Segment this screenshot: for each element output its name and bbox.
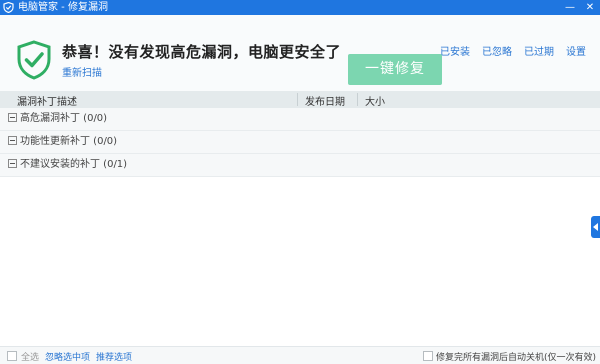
status-header: 恭喜！没有发现高危漏洞，电脑更安全了 重新扫描 一键修复 已安装 已忽略 已过期…: [0, 15, 600, 91]
safe-shield-icon: [16, 40, 52, 80]
column-header: 漏洞补丁描述 发布日期 大小: [0, 91, 600, 109]
footer-bar: 全选 忽略选中项 推荐选项 修复完所有漏洞后自动关机(仅一次有效): [0, 346, 600, 364]
column-release-date[interactable]: 发布日期: [305, 93, 345, 108]
one-click-fix-button[interactable]: 一键修复: [348, 54, 442, 85]
close-button[interactable]: ✕: [580, 0, 600, 15]
ignore-selected-link[interactable]: 忽略选中项: [45, 350, 90, 363]
group-high-risk[interactable]: 高危漏洞补丁 (0/0): [0, 108, 600, 131]
group-label: 高危漏洞补丁 (0/0): [20, 113, 108, 124]
expired-link[interactable]: 已过期: [524, 43, 554, 58]
group-functional-updates[interactable]: 功能性更新补丁 (0/0): [0, 131, 600, 154]
select-all-checkbox[interactable]: [7, 351, 17, 361]
ignored-link[interactable]: 已忽略: [482, 43, 512, 58]
auto-shutdown-label: 修复完所有漏洞后自动关机(仅一次有效): [436, 353, 597, 363]
minimize-button[interactable]: —: [560, 0, 580, 15]
status-headline: 恭喜！没有发现高危漏洞，电脑更安全了: [62, 43, 342, 61]
select-all-label: 全选: [21, 353, 40, 363]
column-size[interactable]: 大小: [365, 93, 385, 108]
column-separator: [357, 93, 358, 106]
side-expand-tab[interactable]: [591, 216, 600, 238]
recommended-options-link[interactable]: 推荐选项: [96, 350, 132, 363]
group-label: 功能性更新补丁 (0/0): [20, 136, 118, 147]
group-label: 不建议安装的补丁 (0/1): [20, 159, 128, 170]
app-shield-icon: [3, 2, 14, 13]
collapse-icon[interactable]: [8, 113, 17, 122]
collapse-icon[interactable]: [8, 159, 17, 168]
installed-link[interactable]: 已安装: [440, 43, 470, 58]
group-not-recommended[interactable]: 不建议安装的补丁 (0/1): [0, 154, 600, 177]
title-bar: 电脑管家 - 修复漏洞 — ✕: [0, 0, 600, 15]
chevron-left-icon: [592, 223, 598, 231]
settings-link[interactable]: 设置: [566, 43, 586, 58]
column-separator: [297, 93, 298, 106]
window-title: 电脑管家 - 修复漏洞: [18, 2, 108, 13]
rescan-link[interactable]: 重新扫描: [62, 64, 102, 79]
collapse-icon[interactable]: [8, 136, 17, 145]
column-description[interactable]: 漏洞补丁描述: [17, 93, 77, 108]
auto-shutdown-checkbox[interactable]: [423, 351, 433, 361]
